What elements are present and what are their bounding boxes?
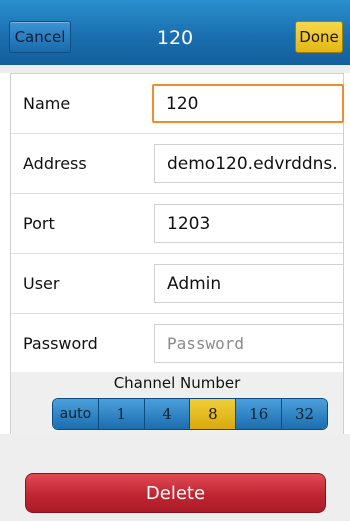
channel-option-auto[interactable]: auto <box>53 399 99 429</box>
done-button[interactable]: Done <box>295 21 343 53</box>
password-label: Password <box>23 334 98 353</box>
channel-number-section: Channel Number auto 1 4 8 16 32 <box>10 372 344 435</box>
channel-segmented-control: auto 1 4 8 16 32 <box>52 398 328 430</box>
channel-option-4[interactable]: 4 <box>144 399 191 429</box>
port-field[interactable]: 1203 <box>154 204 344 243</box>
password-field[interactable]: Password <box>154 324 344 363</box>
name-label: Name <box>23 94 71 113</box>
channel-option-8[interactable]: 8 <box>190 399 237 429</box>
delete-button[interactable]: Delete <box>25 473 326 513</box>
device-form: Name 120 Address demo120.edvrddns. Port … <box>10 73 344 374</box>
port-row: Port 1203 <box>11 194 344 254</box>
page-title: 120 <box>156 27 194 49</box>
user-field[interactable]: Admin <box>154 264 344 303</box>
port-label: Port <box>23 214 55 233</box>
channel-number-label: Channel Number <box>113 374 241 392</box>
name-row: Name 120 <box>11 74 344 134</box>
address-label: Address <box>23 154 87 173</box>
address-field[interactable]: demo120.edvrddns. <box>154 144 344 183</box>
top-spacer <box>0 65 350 73</box>
user-row: User Admin <box>11 254 344 314</box>
address-row: Address demo120.edvrddns. <box>11 134 344 194</box>
password-row: Password Password <box>11 314 344 373</box>
channel-option-32[interactable]: 32 <box>282 399 327 429</box>
channel-option-1[interactable]: 1 <box>98 399 145 429</box>
user-label: User <box>23 274 60 293</box>
name-field[interactable]: 120 <box>152 84 344 123</box>
cancel-button[interactable]: Cancel <box>9 21 71 53</box>
channel-option-16[interactable]: 16 <box>236 399 283 429</box>
navigation-bar: Cancel 120 Done <box>0 0 350 65</box>
